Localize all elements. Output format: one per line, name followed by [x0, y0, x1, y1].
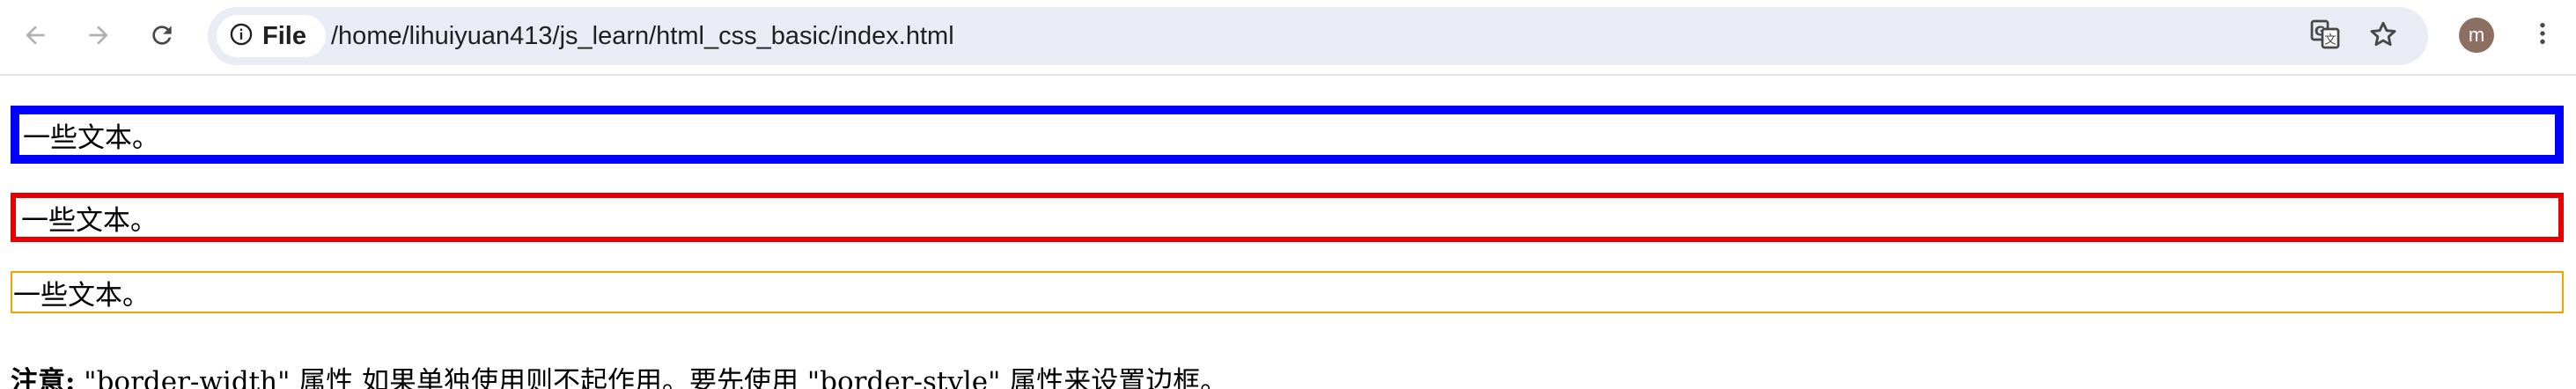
note-paragraph: 注意: "border-width" 属性 如果单独使用则不起作用。要先使用 "… [11, 360, 1227, 389]
page-content: 一些文本。 一些文本。 一些文本。 注意: "border-width" 属性 … [0, 77, 2576, 389]
note-label: 注意: [11, 366, 76, 389]
blue-border-paragraph: 一些文本。 [11, 106, 2564, 164]
kebab-menu-icon [2528, 19, 2557, 51]
arrow-right-icon [85, 21, 113, 49]
profile-avatar[interactable]: m [2459, 18, 2494, 53]
red-border-paragraph: 一些文本。 [11, 193, 2564, 242]
site-info-label: File [262, 21, 306, 50]
forward-button[interactable] [74, 11, 123, 60]
svg-text:文: 文 [2324, 33, 2337, 48]
info-circle-icon [229, 22, 254, 50]
note-text: "border-width" 属性 如果单独使用则不起作用。要先使用 "bord… [75, 366, 1228, 389]
browser-toolbar: File /home/lihuiyuan413/js_learn/html_cs… [0, 0, 2576, 76]
browser-menu-button[interactable] [2518, 11, 2567, 60]
arrow-left-icon [21, 21, 49, 49]
url-text[interactable]: /home/lihuiyuan413/js_learn/html_css_bas… [331, 7, 954, 65]
translate-icon: G 文 [2309, 18, 2341, 54]
orange-border-paragraph: 一些文本。 [11, 271, 2564, 313]
reload-button[interactable] [137, 11, 187, 60]
site-info-chip[interactable]: File [217, 15, 326, 57]
address-bar[interactable]: File /home/lihuiyuan413/js_learn/html_cs… [208, 7, 2428, 65]
star-icon [2367, 18, 2399, 54]
translate-button[interactable]: G 文 [2305, 16, 2345, 56]
bookmark-button[interactable] [2363, 16, 2403, 56]
back-button[interactable] [11, 11, 60, 60]
reload-icon [148, 21, 176, 49]
